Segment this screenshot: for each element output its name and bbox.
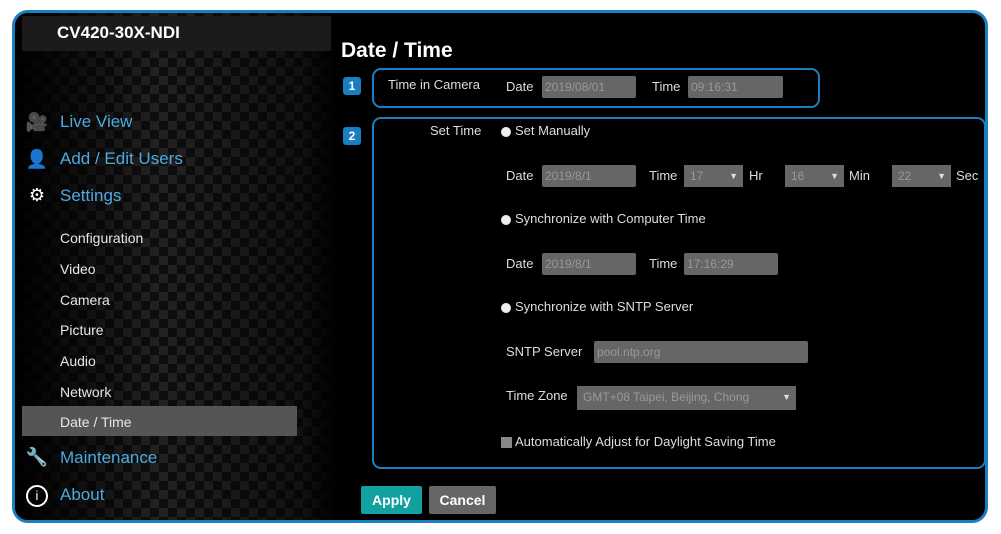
- set-time-label: Set Time: [430, 123, 482, 138]
- badge-2: 2: [343, 127, 361, 145]
- minute-select[interactable]: 16 ▼: [785, 165, 844, 187]
- manual-date-label: Date: [506, 168, 534, 183]
- nav-configuration[interactable]: Configuration: [60, 230, 143, 246]
- camera-time-label: Time: [652, 79, 681, 94]
- camera-date-field: 2019/08/01: [542, 76, 636, 98]
- chevron-down-icon: ▼: [830, 171, 839, 181]
- nav-live-view[interactable]: Live View: [60, 112, 132, 132]
- dst-checkbox[interactable]: [501, 437, 512, 448]
- computer-date-label: Date: [506, 256, 534, 271]
- hour-value: 17: [690, 169, 704, 183]
- app-title: CV420-30X-NDI: [22, 16, 331, 51]
- sec-label: Sec: [956, 168, 979, 183]
- computer-date-field: 2019/8/1: [542, 253, 636, 275]
- app-window: CV420-30X-NDI 🎥 Live View 👤 Add / Edit U…: [12, 10, 988, 523]
- sidebar: CV420-30X-NDI 🎥 Live View 👤 Add / Edit U…: [15, 13, 335, 520]
- computer-time-field: 17:16:29: [684, 253, 778, 275]
- second-value: 22: [898, 169, 912, 183]
- radio-set-manually[interactable]: [501, 127, 511, 137]
- computer-time-label: Time: [649, 256, 678, 271]
- sync-computer-label: Synchronize with Computer Time: [515, 211, 706, 226]
- time-zone-label: Time Zone: [506, 388, 568, 403]
- gear-icon: ⚙: [28, 185, 46, 205]
- nav-camera[interactable]: Camera: [60, 292, 110, 308]
- nav-audio[interactable]: Audio: [60, 353, 96, 369]
- chevron-down-icon: ▼: [937, 171, 946, 181]
- apply-button[interactable]: Apply: [361, 486, 422, 514]
- sntp-server-input[interactable]: pool.ntp.org: [594, 341, 808, 363]
- radio-sync-sntp[interactable]: [501, 303, 511, 313]
- nav-network[interactable]: Network: [60, 384, 111, 400]
- badge-1: 1: [343, 77, 361, 95]
- time-in-camera-label: Time in Camera: [388, 77, 480, 92]
- nav-settings[interactable]: Settings: [60, 186, 121, 206]
- camera-time-field: 09:16:31: [688, 76, 783, 98]
- chevron-down-icon: ▼: [729, 171, 738, 181]
- min-label: Min: [849, 168, 870, 183]
- radio-sync-computer[interactable]: [501, 215, 511, 225]
- nav-add-edit-users[interactable]: Add / Edit Users: [60, 149, 183, 169]
- page-title: Date / Time: [341, 39, 453, 62]
- set-manually-label: Set Manually: [515, 123, 591, 138]
- dst-label: Automatically Adjust for Daylight Saving…: [515, 434, 776, 449]
- nav-picture[interactable]: Picture: [60, 322, 104, 338]
- nav-about[interactable]: About: [60, 485, 104, 505]
- sync-sntp-label: Synchronize with SNTP Server: [515, 299, 694, 314]
- time-zone-select[interactable]: GMT+08 Taipei, Beijing, Chong ▼: [577, 386, 796, 410]
- wrench-icon: 🔧: [25, 447, 49, 467]
- cancel-button[interactable]: Cancel: [429, 486, 496, 514]
- manual-date-input[interactable]: 2019/8/1: [542, 165, 636, 187]
- manual-time-label: Time: [649, 168, 678, 183]
- camera-date-label: Date: [506, 79, 534, 94]
- minute-value: 16: [791, 169, 805, 183]
- chevron-down-icon: ▼: [780, 386, 791, 408]
- user-icon: 👤: [25, 149, 49, 169]
- hr-label: Hr: [749, 168, 763, 183]
- nav-date-time[interactable]: Date / Time: [60, 414, 132, 430]
- second-select[interactable]: 22 ▼: [892, 165, 951, 187]
- time-zone-value: GMT+08 Taipei, Beijing, Chong: [583, 390, 750, 404]
- sntp-server-label: SNTP Server: [506, 344, 583, 359]
- nav-maintenance[interactable]: Maintenance: [60, 448, 157, 468]
- video-camera-icon: 🎥: [25, 112, 49, 132]
- nav-video[interactable]: Video: [60, 261, 96, 277]
- info-icon: i: [26, 485, 48, 507]
- hour-select[interactable]: 17 ▼: [684, 165, 743, 187]
